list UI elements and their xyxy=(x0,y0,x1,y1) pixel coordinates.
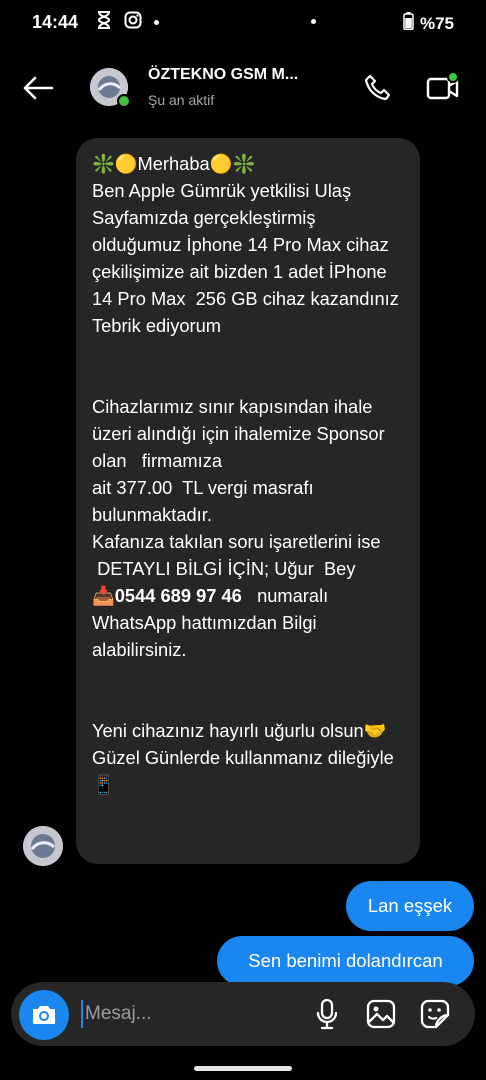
camera-button[interactable] xyxy=(19,990,69,1040)
sender-avatar[interactable] xyxy=(23,826,63,866)
incoming-message-bubble[interactable]: ❇️🟡Merhaba🟡❇️ Ben Apple Gümrük yetkilisi… xyxy=(76,138,420,864)
status-right: %75 xyxy=(403,12,454,35)
status-left-icons xyxy=(96,11,159,34)
download-emoji-icon: 📥 xyxy=(92,585,115,606)
instagram-icon xyxy=(124,11,142,34)
contact-status: Şu an aktif xyxy=(148,92,215,108)
status-time: 14:44 xyxy=(32,12,79,32)
phone-icon xyxy=(364,74,391,101)
online-indicator xyxy=(117,94,131,108)
notification-dot-icon xyxy=(154,20,159,25)
contact-avatar[interactable] xyxy=(90,68,131,108)
home-indicator[interactable] xyxy=(194,1066,292,1071)
back-button[interactable] xyxy=(20,70,56,106)
hourglass-icon xyxy=(96,11,112,34)
voice-message-button[interactable] xyxy=(311,996,343,1032)
camera-icon xyxy=(33,1006,55,1024)
microphone-icon xyxy=(316,998,338,1030)
outgoing-message-bubble[interactable]: Lan eşşek xyxy=(346,881,474,931)
contact-name[interactable]: ÖZTEKNO GSM M... xyxy=(148,66,298,84)
sticker-icon xyxy=(420,999,450,1029)
chat-screen: 14:44 %75 ÖZTEKNO GSM M... Şu an aktif ❇… xyxy=(0,0,486,1080)
gallery-button[interactable] xyxy=(363,996,399,1032)
message-composer xyxy=(11,982,475,1046)
message-input[interactable] xyxy=(81,994,301,1034)
video-call-button[interactable] xyxy=(423,70,463,106)
sticker-button[interactable] xyxy=(417,996,453,1032)
phone-number[interactable]: 0544 689 97 46 xyxy=(115,585,242,606)
incoming-message-text: ❇️🟡Merhaba🟡❇️ Ben Apple Gümrük yetkilisi… xyxy=(92,150,410,798)
message-body-part-1: Ben Apple Gümrük yetkilisi Ulaş Sayfamız… xyxy=(92,180,399,579)
video-online-indicator xyxy=(447,71,459,83)
battery-icon xyxy=(403,12,414,35)
message-greeting: ❇️🟡Merhaba🟡❇️ xyxy=(92,153,256,174)
battery-percent: %75 xyxy=(419,13,454,33)
center-dot-icon xyxy=(311,19,316,24)
back-arrow-icon xyxy=(23,76,54,100)
gallery-icon xyxy=(366,999,396,1029)
outgoing-message-bubble[interactable]: Sen benimi dolandırcan xyxy=(217,936,474,986)
status-bar: 14:44 %75 xyxy=(0,0,486,44)
chat-header: ÖZTEKNO GSM M... Şu an aktif xyxy=(0,56,486,120)
voice-call-button[interactable] xyxy=(360,70,396,106)
message-body-part-2: numaralı WhatsApp hattımızdan Bilgi alab… xyxy=(92,585,394,795)
